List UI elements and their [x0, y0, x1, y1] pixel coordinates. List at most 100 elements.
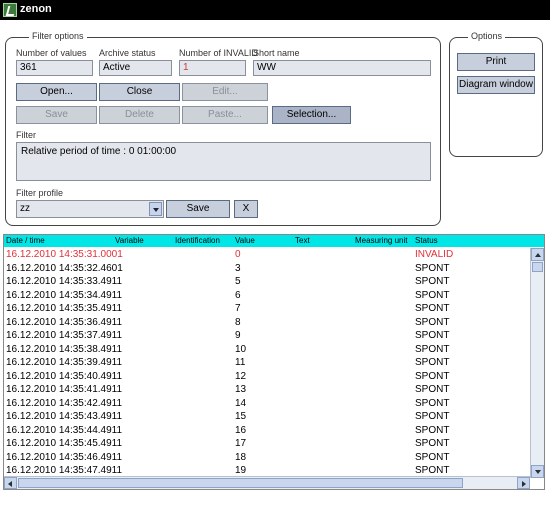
short-name-label: Short name [253, 48, 300, 58]
scroll-left-arrow-icon[interactable] [4, 477, 17, 489]
print-button[interactable]: Print [457, 53, 535, 71]
edit-button[interactable]: Edit... [182, 83, 268, 101]
cell-status: SPONT [415, 411, 450, 422]
close-button[interactable]: Close [99, 83, 180, 101]
scroll-up-arrow-icon[interactable] [531, 248, 544, 261]
archive-status-label: Archive status [99, 48, 156, 58]
cell-value: 9 [235, 330, 241, 341]
cell-datetime: 16.12.2010 14:35:41.4911 [6, 384, 123, 395]
table-row[interactable]: 16.12.2010 14:35:40.4911 12 SPONT [4, 370, 530, 384]
filter-options-legend: Filter options [29, 31, 87, 41]
delete-button[interactable]: Delete [99, 106, 180, 124]
cell-status: SPONT [415, 451, 450, 463]
short-name-field: WW [253, 60, 431, 76]
paste-button[interactable]: Paste... [182, 106, 268, 124]
window-title: zenon [20, 3, 52, 15]
cell-value: 6 [235, 289, 241, 301]
table-row[interactable]: 16.12.2010 14:35:45.4911 17 SPONT [4, 437, 530, 451]
table-row[interactable]: 16.12.2010 14:35:36.4911 8 SPONT [4, 316, 530, 330]
cell-value: 16 [235, 424, 247, 436]
vertical-scrollbar[interactable] [530, 248, 544, 478]
cell-value: 12 [235, 370, 247, 382]
table-row[interactable]: 16.12.2010 14:35:32.4601 3 SPONT [4, 262, 530, 276]
cell-value: 5 [235, 276, 241, 287]
grid-header: Date / time Variable Identification Valu… [4, 235, 544, 247]
filter-profile-dropdown[interactable]: zz [16, 200, 164, 218]
cell-value: 14 [235, 397, 247, 409]
table-row[interactable]: 16.12.2010 14:35:41.4911 13 SPONT [4, 383, 530, 397]
cell-status: INVALID [415, 249, 454, 260]
cell-status: SPONT [415, 303, 450, 314]
filter-description-text: Relative period of time : 0 01:00:00 [21, 146, 177, 157]
table-row[interactable]: 16.12.2010 14:35:38.4911 10 SPONT [4, 343, 530, 357]
cell-status: SPONT [415, 289, 450, 301]
cell-datetime: 16.12.2010 14:35:40.4911 [6, 370, 123, 382]
cell-status: SPONT [415, 370, 450, 382]
cell-status: SPONT [415, 262, 450, 274]
selection-button[interactable]: Selection... [272, 106, 351, 124]
number-of-invalid-field: 1 [179, 60, 246, 76]
cell-datetime: 16.12.2010 14:35:36.4911 [6, 316, 123, 328]
cell-status: SPONT [415, 438, 450, 449]
filter-description-box: Relative period of time : 0 01:00:00 [16, 142, 431, 181]
horizontal-scroll-thumb[interactable] [18, 478, 463, 488]
vertical-scroll-thumb[interactable] [532, 262, 543, 272]
cell-status: SPONT [415, 397, 450, 409]
table-row[interactable]: 16.12.2010 14:35:42.4911 14 SPONT [4, 397, 530, 411]
col-header-text[interactable]: Text [295, 236, 310, 245]
cell-value: 10 [235, 343, 247, 355]
delete-profile-button[interactable]: X [234, 200, 258, 218]
cell-status: SPONT [415, 465, 450, 476]
open-button[interactable]: Open... [16, 83, 97, 101]
scroll-right-arrow-icon[interactable] [517, 477, 530, 489]
col-header-value[interactable]: Value [235, 236, 255, 245]
zenon-app-icon [3, 3, 17, 17]
table-row[interactable]: 16.12.2010 14:35:37.4911 9 SPONT [4, 329, 530, 343]
table-row[interactable]: 16.12.2010 14:35:33.4911 5 SPONT [4, 275, 530, 289]
chevron-down-icon[interactable] [149, 202, 162, 216]
cell-value: 15 [235, 411, 247, 422]
cell-datetime: 16.12.2010 14:35:42.4911 [6, 397, 123, 409]
grid-rows: 16.12.2010 14:35:31.0001 0 INVALID 16.12.20… [4, 248, 530, 489]
col-header-identification[interactable]: Identification [175, 236, 220, 245]
col-header-measuring-unit[interactable]: Measuring unit [355, 236, 407, 245]
col-header-status[interactable]: Status [415, 236, 438, 245]
save-profile-button[interactable]: Save [166, 200, 230, 218]
cell-datetime: 16.12.2010 14:35:46.4911 [6, 451, 123, 463]
filter-label: Filter [16, 130, 36, 140]
cell-status: SPONT [415, 424, 450, 436]
cell-status: SPONT [415, 276, 450, 287]
table-row[interactable]: 16.12.2010 14:35:34.4911 6 SPONT [4, 289, 530, 303]
number-of-invalid-label: Number of INVALID [179, 48, 258, 58]
table-row[interactable]: 16.12.2010 14:35:43.4911 15 SPONT [4, 410, 530, 424]
cell-value: 3 [235, 262, 241, 274]
diagram-window-button[interactable]: Diagram window [457, 76, 535, 94]
cell-value: 8 [235, 316, 241, 328]
col-header-variable[interactable]: Variable [115, 236, 144, 245]
number-of-values-field: 361 [16, 60, 93, 76]
horizontal-scrollbar[interactable] [4, 476, 530, 489]
table-row[interactable]: 16.12.2010 14:35:31.0001 0 INVALID [4, 248, 530, 262]
cell-datetime: 16.12.2010 14:35:38.4911 [6, 343, 123, 355]
scroll-down-arrow-icon[interactable] [531, 465, 544, 478]
cell-value: 19 [235, 465, 247, 476]
cell-datetime: 16.12.2010 14:35:47.4911 [6, 465, 123, 476]
cell-status: SPONT [415, 316, 450, 328]
cell-status: SPONT [415, 384, 450, 395]
archive-status-field: Active [99, 60, 172, 76]
options-legend: Options [468, 31, 506, 41]
filter-profile-value: zz [20, 203, 30, 214]
archive-data-grid: Date / time Variable Identification Valu… [3, 234, 545, 490]
cell-datetime: 16.12.2010 14:35:31.0001 [6, 249, 123, 260]
save-button[interactable]: Save [16, 106, 97, 124]
table-row[interactable]: 16.12.2010 14:35:39.4911 11 SPONT [4, 356, 530, 370]
cell-datetime: 16.12.2010 14:35:34.4911 [6, 289, 123, 301]
table-row[interactable]: 16.12.2010 14:35:35.4911 7 SPONT [4, 302, 530, 316]
cell-status: SPONT [415, 357, 450, 368]
col-header-datetime[interactable]: Date / time [6, 236, 45, 245]
cell-status: SPONT [415, 330, 450, 341]
cell-value: 18 [235, 451, 247, 463]
cell-datetime: 16.12.2010 14:35:39.4911 [6, 357, 123, 368]
table-row[interactable]: 16.12.2010 14:35:44.4911 16 SPONT [4, 424, 530, 438]
table-row[interactable]: 16.12.2010 14:35:46.4911 18 SPONT [4, 451, 530, 465]
